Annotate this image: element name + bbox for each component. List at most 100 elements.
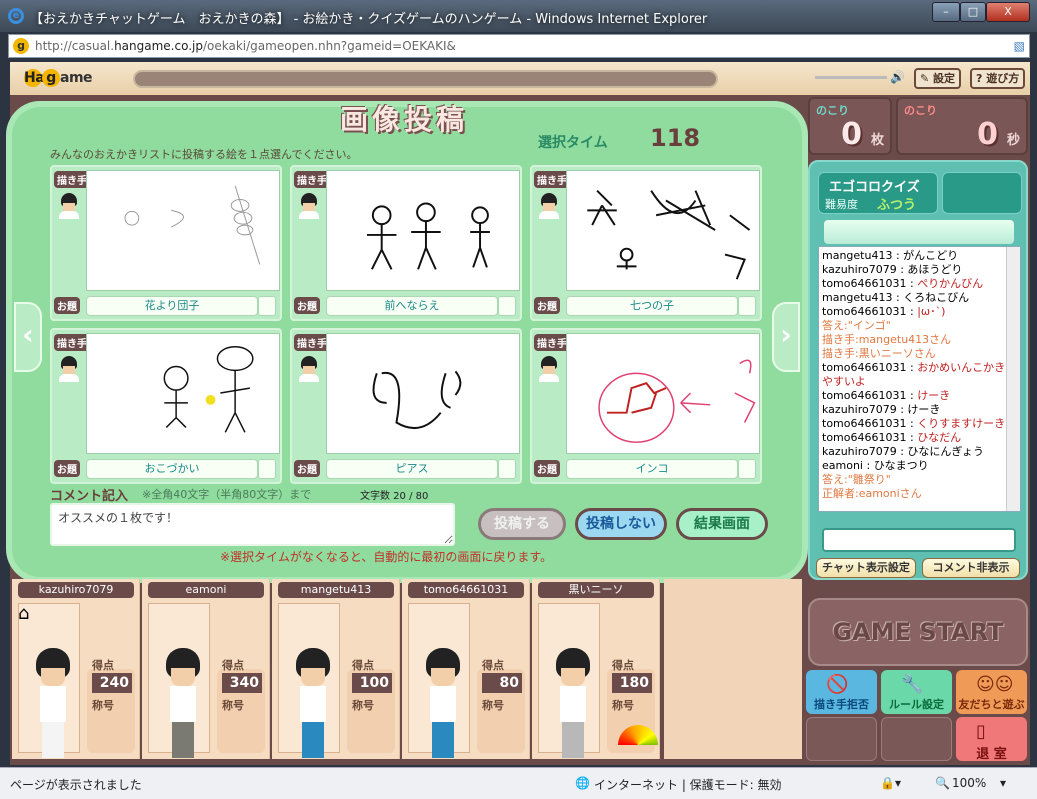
chat-text: ひなだん: [917, 431, 962, 444]
maximize-button[interactable]: □: [960, 2, 986, 22]
close-button[interactable]: X: [986, 2, 1030, 22]
leave-room-button[interactable]: ▯ 退 室: [956, 717, 1027, 762]
player-slot[interactable]: kazuhiro7079 得点 240 称号: [12, 579, 140, 759]
drawer-label: 描き手: [294, 334, 330, 351]
drawer-label: 描き手: [534, 334, 570, 351]
difficulty-label: 難易度: [825, 198, 858, 211]
drawing-canvas[interactable]: [326, 333, 520, 454]
drawing-card[interactable]: 描き手 お題 ピアス: [290, 328, 522, 484]
chat-message: mangetu413 : くろねこびん: [822, 291, 970, 304]
chat-message: kazuhiro7079 : ひなにんぎょう: [822, 445, 984, 458]
minimize-button[interactable]: –: [932, 2, 960, 22]
drawing-card[interactable]: 描き手 お題 花より団子: [50, 165, 282, 321]
hangame-favicon: g: [13, 38, 29, 54]
no-post-button[interactable]: 投稿しない: [575, 508, 667, 540]
select-checkbox[interactable]: [498, 459, 516, 479]
chat-message: 描き手:黒いニーソさん: [822, 347, 1006, 361]
chat-user: mangetu413: [822, 291, 893, 304]
hangame-logo[interactable]: Hang ame: [24, 69, 93, 87]
select-checkbox[interactable]: [498, 296, 516, 316]
comment-input[interactable]: オススメの１枚です！: [50, 503, 455, 546]
comment-label: コメント記入: [50, 489, 129, 504]
ie-icon: e: [8, 8, 24, 24]
topic-answer: 七つの子: [566, 296, 738, 316]
select-checkbox[interactable]: [258, 459, 276, 479]
game-top-bar: Hang ame 🔊 ✎ 設定 ? 遊び方: [10, 62, 1030, 95]
address-bar[interactable]: g http://casual.hangame.co.jp/oekaki/gam…: [8, 34, 1030, 58]
chat-user: kazuhiro7079: [822, 403, 897, 416]
chat-user: tomo64661031: [822, 431, 907, 444]
chat-message: kazuhiro7079 : けーき: [822, 403, 941, 416]
player-slot[interactable]: eamoni 得点 340 称号: [142, 579, 270, 759]
notice-text: ※選択タイムがなくなると、自動的に最初の画面に戻ります。: [220, 550, 553, 564]
chat-text: |ω･`): [917, 305, 946, 318]
url-domain: hangame.co.jp: [114, 39, 203, 53]
player-slot[interactable]: tomo64661031 得点 80 称号: [402, 579, 530, 759]
chat-panel: エゴコロクイズ 難易度 ふつう mangetu413 : がんこどり kazuhi…: [808, 160, 1028, 580]
protected-mode-icon[interactable]: 🔒▾: [880, 776, 901, 790]
empty-slot-2: [881, 717, 952, 761]
score-label: 得点: [482, 659, 504, 672]
drawing-card[interactable]: 描き手 お題 前へならえ: [290, 165, 522, 321]
chat-input[interactable]: [822, 528, 1016, 552]
drawing-canvas[interactable]: [86, 170, 280, 291]
chat-scrollbar[interactable]: [1006, 247, 1020, 511]
select-checkbox[interactable]: [738, 459, 756, 479]
home-icon[interactable]: ⌂: [18, 603, 29, 624]
prev-page-arrow[interactable]: ‹: [14, 302, 42, 372]
player-avatar: [163, 648, 203, 776]
drawing-canvas[interactable]: [326, 170, 520, 291]
player-slot[interactable]: mangetu413 得点 100 称号: [272, 579, 400, 759]
topic-answer: 前へならえ: [326, 296, 498, 316]
player-name: eamoni: [148, 582, 264, 598]
howto-button[interactable]: ? 遊び方: [970, 68, 1026, 89]
post-button[interactable]: 投稿する: [478, 508, 566, 540]
play-with-friends-button[interactable]: ☺☺ 友だちと遊ぶ: [956, 670, 1027, 714]
game-start-button[interactable]: GAME START: [808, 598, 1028, 666]
url-prefix: http://casual.: [35, 39, 115, 53]
drawer-label: 描き手: [54, 171, 90, 188]
drawing-card[interactable]: 描き手 お題 インコ: [530, 328, 762, 484]
quiz-side-box: [942, 172, 1022, 214]
player-name: mangetu413: [278, 582, 394, 598]
topic-answer: インコ: [566, 459, 738, 479]
drawer-avatar: [298, 356, 320, 386]
drawing-card[interactable]: 描き手 お題 おこづかい: [50, 328, 282, 484]
player-avatar: [293, 648, 333, 776]
player-score: 100: [352, 673, 392, 693]
drawing-canvas[interactable]: [86, 333, 280, 454]
player-score: 340: [222, 673, 262, 693]
chat-banner: [824, 220, 1014, 244]
chat-text: 答え:"雛祭り": [822, 473, 891, 486]
result-button[interactable]: 結果画面: [676, 508, 768, 540]
drawing-canvas[interactable]: [566, 170, 760, 291]
speaker-icon[interactable]: 🔊: [890, 70, 905, 84]
hide-comments-button[interactable]: コメント非表示: [922, 558, 1020, 578]
next-page-arrow[interactable]: ›: [772, 302, 800, 372]
select-checkbox[interactable]: [258, 296, 276, 316]
compat-view-icon[interactable]: ▧: [1014, 35, 1025, 57]
score-label: 得点: [352, 659, 374, 672]
no-pen-icon: 🚫: [826, 674, 849, 695]
drawer-label: 描き手: [54, 334, 90, 351]
chat-user: tomo64661031: [822, 277, 907, 290]
door-icon: ▯: [976, 721, 986, 742]
select-checkbox[interactable]: [738, 296, 756, 316]
settings-button[interactable]: ✎ 設定: [914, 68, 962, 89]
volume-slider[interactable]: [815, 76, 887, 79]
score-label: 得点: [612, 659, 634, 672]
security-zone: インターネット | 保護モード: 無効: [594, 778, 782, 792]
refuse-drawer-button[interactable]: 🚫 描き手拒否: [806, 670, 877, 714]
rule-settings-button[interactable]: 🔧 ルール設定: [881, 670, 952, 714]
zoom-level[interactable]: 100%: [952, 776, 986, 790]
drawing-canvas[interactable]: [566, 333, 760, 454]
player-avatar-box: [408, 603, 470, 758]
drawer-avatar: [58, 193, 80, 223]
topic-answer: 花より団子: [86, 296, 258, 316]
drawing-card[interactable]: 描き手 お題 七つの子: [530, 165, 762, 321]
status-text: ページが表示されました: [10, 778, 142, 792]
player-avatar-box: [148, 603, 210, 758]
chat-text: けーき: [917, 389, 951, 402]
chat-display-settings-button[interactable]: チャット表示設定: [816, 558, 916, 578]
zoom-dropdown[interactable]: ▾: [1000, 776, 1006, 790]
